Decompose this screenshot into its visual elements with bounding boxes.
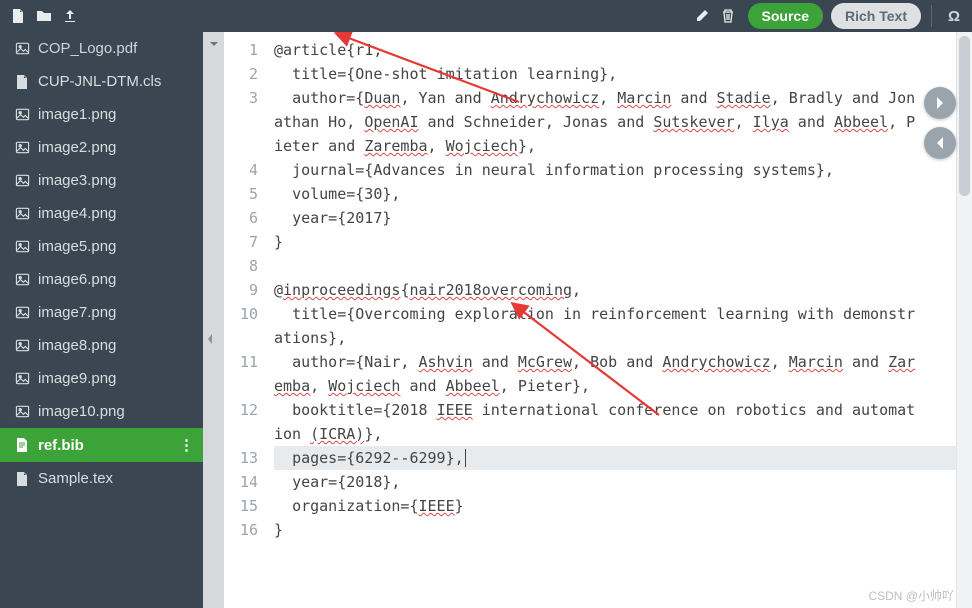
chevron-left-icon[interactable] bbox=[205, 332, 215, 349]
code-line[interactable]: title={One-shot imitation learning}, bbox=[274, 62, 956, 86]
file-item-sample-tex[interactable]: Sample.tex bbox=[0, 462, 203, 495]
file-item-image3-png[interactable]: image3.png bbox=[0, 164, 203, 197]
file-item-image7-png[interactable]: image7.png bbox=[0, 296, 203, 329]
code-line[interactable]: pages={6292--6299}, bbox=[274, 446, 956, 470]
file-label: image9.png bbox=[38, 370, 116, 387]
image-icon bbox=[14, 272, 30, 288]
rename-icon[interactable] bbox=[690, 4, 714, 28]
file-label: image6.png bbox=[38, 271, 116, 288]
file-label: image4.png bbox=[38, 205, 116, 222]
new-file-icon[interactable] bbox=[6, 4, 30, 28]
scrollbar-thumb[interactable] bbox=[959, 36, 970, 196]
code-line[interactable] bbox=[274, 254, 956, 278]
code-editor[interactable]: 12345678910111213141516 @article{r1, tit… bbox=[224, 32, 972, 608]
file-tree: COP_Logo.pdf CUP-JNL-DTM.cls image1.png ima… bbox=[0, 32, 203, 608]
code-line[interactable]: } bbox=[274, 230, 956, 254]
image-icon bbox=[14, 305, 30, 321]
code-line[interactable]: title={Overcoming exploration in reinfor… bbox=[274, 302, 956, 350]
upload-icon[interactable] bbox=[58, 4, 82, 28]
file-item-image6-png[interactable]: image6.png bbox=[0, 263, 203, 296]
code-content[interactable]: @article{r1, title={One-shot imitation l… bbox=[270, 32, 956, 608]
code-line[interactable]: @article{r1, bbox=[274, 38, 956, 62]
image-icon bbox=[14, 239, 30, 255]
file-item-image2-png[interactable]: image2.png bbox=[0, 131, 203, 164]
watermark: CSDN @小帅吖 bbox=[868, 587, 954, 604]
nav-forward-button[interactable] bbox=[924, 87, 956, 119]
code-line[interactable]: year={2018}, bbox=[274, 470, 956, 494]
image-icon bbox=[14, 404, 30, 420]
file-label: ref.bib bbox=[38, 437, 84, 454]
file-icon bbox=[14, 471, 30, 487]
file-item-image9-png[interactable]: image9.png bbox=[0, 362, 203, 395]
file-item-image5-png[interactable]: image5.png bbox=[0, 230, 203, 263]
nav-back-button[interactable] bbox=[924, 127, 956, 159]
file-label: image3.png bbox=[38, 172, 116, 189]
image-icon bbox=[14, 107, 30, 123]
rich-text-tab[interactable]: Rich Text bbox=[831, 3, 921, 29]
file-label: image7.png bbox=[38, 304, 116, 321]
code-line[interactable]: journal={Advances in neural information … bbox=[274, 158, 956, 182]
code-line[interactable]: author={Nair, Ashvin and McGrew, Bob and… bbox=[274, 350, 956, 398]
file-label: image8.png bbox=[38, 337, 116, 354]
code-line[interactable]: @inproceedings{nair2018overcoming, bbox=[274, 278, 956, 302]
file-label: image2.png bbox=[38, 139, 116, 156]
code-line[interactable]: author={Duan, Yan and Andrychowicz, Marc… bbox=[274, 86, 956, 158]
image-icon bbox=[14, 371, 30, 387]
file-item-ref-bib[interactable]: ref.bib ⋮ bbox=[0, 428, 203, 462]
symbol-icon[interactable]: Ω bbox=[942, 4, 966, 28]
code-line[interactable]: booktitle={2018 IEEE international confe… bbox=[274, 398, 956, 446]
file-label: image10.png bbox=[38, 403, 125, 420]
line-number-gutter: 12345678910111213141516 bbox=[224, 32, 270, 608]
image-icon bbox=[14, 140, 30, 156]
file-item-image4-png[interactable]: image4.png bbox=[0, 197, 203, 230]
code-line[interactable]: organization={IEEE} bbox=[274, 494, 956, 518]
file-item-cop-logo-pdf[interactable]: COP_Logo.pdf bbox=[0, 32, 203, 65]
left-gutter bbox=[203, 32, 224, 608]
file-icon bbox=[14, 437, 30, 453]
file-item-image8-png[interactable]: image8.png bbox=[0, 329, 203, 362]
toolbar: Source Rich Text Ω bbox=[0, 0, 972, 32]
new-folder-icon[interactable] bbox=[32, 4, 56, 28]
file-label: image5.png bbox=[38, 238, 116, 255]
code-line[interactable]: volume={30}, bbox=[274, 182, 956, 206]
chevron-down-icon[interactable] bbox=[206, 36, 222, 52]
delete-icon[interactable] bbox=[716, 4, 740, 28]
image-icon bbox=[14, 206, 30, 222]
source-tab[interactable]: Source bbox=[748, 3, 823, 29]
file-item-image1-png[interactable]: image1.png bbox=[0, 98, 203, 131]
file-label: Sample.tex bbox=[38, 470, 113, 487]
file-item-cup-jnl-dtm-cls[interactable]: CUP-JNL-DTM.cls bbox=[0, 65, 203, 98]
file-label: COP_Logo.pdf bbox=[38, 40, 137, 57]
file-item-image10-png[interactable]: image10.png bbox=[0, 395, 203, 428]
image-icon bbox=[14, 338, 30, 354]
editor-scrollbar[interactable] bbox=[956, 32, 972, 608]
code-line[interactable]: } bbox=[274, 518, 956, 542]
file-label: CUP-JNL-DTM.cls bbox=[38, 73, 161, 90]
file-menu-icon[interactable]: ⋮ bbox=[179, 436, 193, 454]
file-label: image1.png bbox=[38, 106, 116, 123]
file-icon bbox=[14, 74, 30, 90]
image-icon bbox=[14, 173, 30, 189]
image-icon bbox=[14, 41, 30, 57]
code-line[interactable]: year={2017} bbox=[274, 206, 956, 230]
